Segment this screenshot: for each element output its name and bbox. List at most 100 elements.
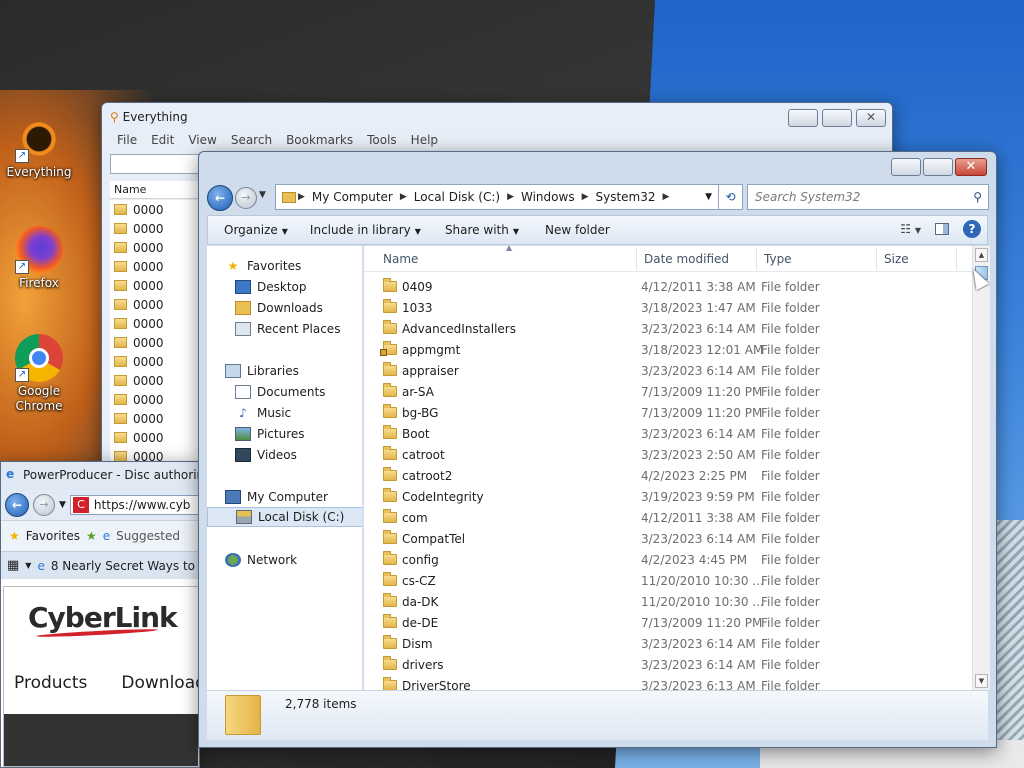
address-bar[interactable]: C https://www.cyb <box>69 495 199 515</box>
column-size[interactable]: Size <box>884 252 909 266</box>
explorer-window[interactable]: ✕ ← → ▼ ▶ My Computer ▶ Local Disk (C:) … <box>198 151 997 748</box>
file-row[interactable]: cs-CZ 11/20/2010 10:30 ... File folder <box>364 571 972 592</box>
scroll-up-button[interactable]: ▲ <box>975 248 988 262</box>
column-name[interactable]: Name <box>383 252 418 266</box>
chevron-right-icon[interactable]: ▶ <box>661 192 672 202</box>
chevron-right-icon[interactable]: ▶ <box>505 192 516 202</box>
list-item[interactable]: 0000 <box>110 333 202 352</box>
file-row[interactable]: de-DE 7/13/2009 11:20 PM File folder <box>364 613 972 634</box>
back-button[interactable]: ← <box>5 493 29 517</box>
tab-active[interactable]: 8 Nearly Secret Ways to <box>51 559 195 573</box>
help-icon[interactable]: ? <box>963 220 981 238</box>
maximize-button[interactable] <box>923 158 953 176</box>
close-button[interactable]: ✕ <box>955 158 987 176</box>
menu-tools[interactable]: Tools <box>360 133 404 151</box>
crumb-my-computer[interactable]: My Computer <box>307 190 398 204</box>
include-in-library-button[interactable]: Include in library ▼ <box>304 223 437 237</box>
quick-tabs-icon[interactable]: ▦ <box>7 558 19 573</box>
view-options-icon[interactable]: ☷ ▼ <box>900 222 921 236</box>
chevron-right-icon[interactable]: ▶ <box>296 192 307 202</box>
list-item[interactable]: 0000 <box>110 200 202 219</box>
file-row[interactable]: DriverStore 3/23/2023 6:13 AM File folder <box>364 676 972 690</box>
search-input[interactable] <box>110 154 202 174</box>
file-row[interactable]: drivers 3/23/2023 6:14 AM File folder <box>364 655 972 676</box>
list-item[interactable]: 0000 <box>110 314 202 333</box>
back-button[interactable]: ← <box>207 185 233 211</box>
column-date[interactable]: Date modified <box>644 252 729 266</box>
nav-my-computer[interactable]: My Computer <box>225 487 328 507</box>
list-item[interactable]: 0000 <box>110 219 202 238</box>
file-row[interactable]: AdvancedInstallers 3/23/2023 6:14 AM File … <box>364 319 972 340</box>
list-item[interactable]: 0000 <box>110 428 202 447</box>
organize-button[interactable]: Organize ▼ <box>208 223 304 237</box>
chevron-down-icon[interactable]: ▼ <box>25 561 31 570</box>
refresh-button[interactable]: ⟲ <box>719 184 743 210</box>
crumb-windows[interactable]: Windows <box>516 190 580 204</box>
nav-music[interactable]: ♪ Music <box>235 403 291 423</box>
vertical-scrollbar[interactable]: ▲ ▼ <box>972 246 990 690</box>
breadcrumb[interactable]: ▶ My Computer ▶ Local Disk (C:) ▶ Window… <box>275 184 719 210</box>
browser-window[interactable]: e PowerProducer - Disc authoring f ← → ▼… <box>0 461 215 768</box>
crumb-system32[interactable]: System32 <box>591 190 661 204</box>
forward-button[interactable]: → <box>33 494 55 516</box>
chevron-right-icon[interactable]: ▶ <box>398 192 409 202</box>
list-item[interactable]: 0000 <box>110 238 202 257</box>
list-item[interactable]: 0000 <box>110 295 202 314</box>
minimize-button[interactable] <box>788 109 818 127</box>
menu-view[interactable]: View <box>181 133 223 151</box>
nav-documents[interactable]: Documents <box>235 382 325 402</box>
file-row[interactable]: bg-BG 7/13/2009 11:20 PM File folder <box>364 403 972 424</box>
menu-edit[interactable]: Edit <box>144 133 181 151</box>
column-type[interactable]: Type <box>764 252 792 266</box>
nav-products[interactable]: Products <box>14 673 87 693</box>
file-row[interactable]: Dism 3/23/2023 6:14 AM File folder <box>364 634 972 655</box>
preview-pane-icon[interactable] <box>935 223 949 235</box>
suggested-sites-link[interactable]: Suggested <box>116 529 180 543</box>
chevron-right-icon[interactable]: ▶ <box>580 192 591 202</box>
nav-libraries[interactable]: Libraries <box>225 361 299 381</box>
list-item[interactable]: 0000 <box>110 390 202 409</box>
nav-network[interactable]: Network <box>225 550 297 570</box>
file-row[interactable]: CompatTel 3/23/2023 6:14 AM File folder <box>364 529 972 550</box>
forward-button[interactable]: → <box>235 187 257 209</box>
desktop-icon-chrome[interactable]: ↗ Google Chrome <box>0 334 78 414</box>
list-item[interactable]: 0000 <box>110 371 202 390</box>
column-header-name[interactable]: Name <box>110 181 202 199</box>
file-row[interactable]: config 4/2/2023 4:45 PM File folder <box>364 550 972 571</box>
scroll-down-button[interactable]: ▼ <box>975 674 988 688</box>
desktop-icon-firefox[interactable]: ↗ Firefox <box>0 226 78 291</box>
new-folder-button[interactable]: New folder <box>535 223 626 237</box>
chevron-down-icon[interactable]: ▼ <box>705 192 712 202</box>
nav-desktop[interactable]: Desktop <box>235 277 307 297</box>
history-dropdown-icon[interactable]: ▼ <box>259 190 266 200</box>
list-item[interactable]: 0000 <box>110 352 202 371</box>
search-input[interactable]: Search System32 ⚲ <box>747 184 989 210</box>
file-row[interactable]: Boot 3/23/2023 6:14 AM File folder <box>364 424 972 445</box>
minimize-button[interactable] <box>891 158 921 176</box>
add-favorite-icon[interactable]: ★ <box>86 529 97 543</box>
share-with-button[interactable]: Share with ▼ <box>437 223 535 237</box>
maximize-button[interactable] <box>822 109 852 127</box>
nav-videos[interactable]: Videos <box>235 445 297 465</box>
nav-pictures[interactable]: Pictures <box>235 424 305 444</box>
menu-search[interactable]: Search <box>224 133 279 151</box>
menu-file[interactable]: File <box>110 133 144 151</box>
file-row[interactable]: 1033 3/18/2023 1:47 AM File folder <box>364 298 972 319</box>
crumb-local-disk[interactable]: Local Disk (C:) <box>409 190 505 204</box>
list-item[interactable]: 0000 <box>110 257 202 276</box>
file-row[interactable]: CodeIntegrity 3/19/2023 9:59 PM File folde… <box>364 487 972 508</box>
file-row[interactable]: catroot2 4/2/2023 2:25 PM File folder <box>364 466 972 487</box>
file-row[interactable]: appmgmt 3/18/2023 12:01 AM File folder <box>364 340 972 361</box>
file-row[interactable]: ar-SA 7/13/2009 11:20 PM File folder <box>364 382 972 403</box>
nav-local-disk[interactable]: Local Disk (C:) <box>207 507 362 527</box>
nav-downloads[interactable]: Downloads <box>235 298 323 318</box>
list-item[interactable]: 0000 <box>110 276 202 295</box>
desktop-icon-everything[interactable]: ↗ Everything <box>0 115 78 180</box>
file-row[interactable]: catroot 3/23/2023 2:50 AM File folder <box>364 445 972 466</box>
file-row[interactable]: 0409 4/12/2011 3:38 AM File folder <box>364 277 972 298</box>
results-list[interactable]: 0000 0000 0000 0000 0000 0000 0000 0000 0000 0000… <box>110 200 202 480</box>
favorites-button[interactable]: Favorites <box>26 529 80 543</box>
nav-favorites[interactable]: ★ Favorites <box>225 256 302 276</box>
file-row[interactable]: da-DK 11/20/2010 10:30 ... File folder <box>364 592 972 613</box>
file-row[interactable]: com 4/12/2011 3:38 AM File folder <box>364 508 972 529</box>
